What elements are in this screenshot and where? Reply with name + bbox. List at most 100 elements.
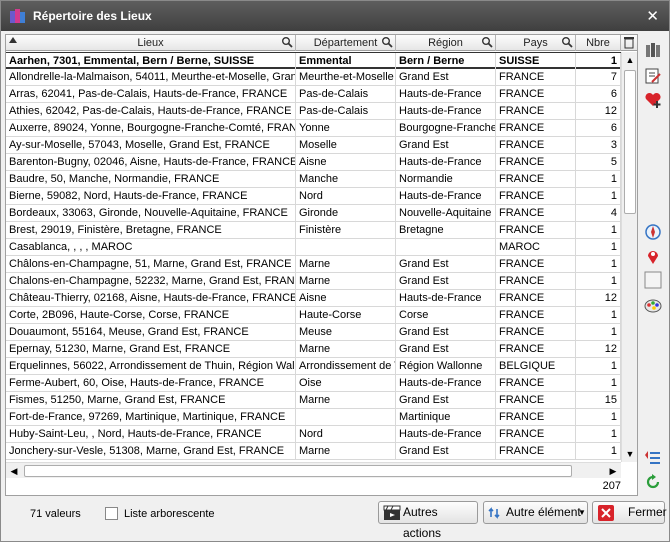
table-row[interactable]: Ay-sur-Moselle, 57043, Moselle, Grand Es… [6, 137, 621, 154]
cell-region: Martinique [396, 409, 496, 426]
table-row[interactable]: Châlons-en-Champagne, 51, Marne, Grand E… [6, 256, 621, 273]
column-header-nbre[interactable]: Nbre [576, 35, 621, 51]
sort-ascending-icon[interactable] [9, 37, 17, 43]
cell-region: Bourgogne-Franche-Comté [396, 120, 496, 137]
cell-region [396, 239, 496, 256]
chevron-down-icon[interactable]: ▼ [578, 502, 586, 523]
cell-lieux: Arras, 62041, Pas-de-Calais, Hauts-de-Fr… [6, 86, 296, 103]
cell-pays: FRANCE [496, 86, 576, 103]
cell-nbre: 1 [576, 222, 621, 239]
table-row[interactable]: Arras, 62041, Pas-de-Calais, Hauts-de-Fr… [6, 86, 621, 103]
table-row[interactable]: Bordeaux, 33063, Gironde, Nouvelle-Aquit… [6, 205, 621, 222]
cell-pays: FRANCE [496, 324, 576, 341]
column-header-lieux[interactable]: Lieux [6, 35, 296, 51]
close-button[interactable]: Fermer [592, 501, 667, 524]
search-icon[interactable] [561, 36, 573, 48]
edit-icon[interactable] [641, 64, 663, 86]
scrollbar-thumb[interactable] [624, 70, 636, 214]
scroll-right-icon[interactable]: ▶ [605, 463, 621, 479]
table-row[interactable]: Chalons-en-Champagne, 52232, Marne, Gran… [6, 273, 621, 290]
cell-departement: Meurthe-et-Moselle [296, 69, 396, 86]
add-favorite-icon[interactable] [641, 88, 663, 110]
cell-lieux: Barenton-Bugny, 02046, Aisne, Hauts-de-F… [6, 154, 296, 171]
table-body: Aarhen, 7301, Emmental, Bern / Berne, SU… [6, 52, 621, 462]
cell-departement: Arrondissement de Thuin [296, 358, 396, 375]
total-count: 207 [602, 480, 621, 492]
cell-departement: Gironde [296, 205, 396, 222]
table-row[interactable]: Fismes, 51250, Marne, Grand Est, FRANCE M… [6, 392, 621, 409]
palette-icon[interactable] [641, 294, 663, 316]
other-actions-button[interactable]: Autres actions [378, 501, 478, 540]
refresh-icon[interactable] [641, 470, 663, 492]
cell-nbre: 6 [576, 86, 621, 103]
scroll-down-icon[interactable]: ▼ [622, 446, 638, 462]
table-row[interactable]: Fort-de-France, 97269, Martinique, Marti… [6, 409, 621, 426]
column-chooser-icon[interactable] [621, 35, 637, 51]
table-row[interactable]: Brest, 29019, Finistère, Bretagne, FRANC… [6, 222, 621, 239]
table-row[interactable]: Aarhen, 7301, Emmental, Bern / Berne, SU… [6, 52, 621, 70]
cell-pays: FRANCE [496, 290, 576, 307]
compass-icon[interactable] [641, 220, 663, 242]
cell-region: Hauts-de-France [396, 86, 496, 103]
column-header-pays[interactable]: Pays [496, 35, 576, 51]
cell-nbre: 6 [576, 120, 621, 137]
table-row[interactable]: Allondrelle-la-Malmaison, 54011, Meurthe… [6, 69, 621, 86]
places-icon[interactable] [641, 38, 663, 60]
table-row[interactable]: Jonchery-sur-Vesle, 51308, Marne, Grand … [6, 443, 621, 460]
table-row[interactable]: Epernay, 51230, Marne, Grand Est, FRANCE… [6, 341, 621, 358]
cell-nbre: 1 [576, 426, 621, 443]
cell-pays: FRANCE [496, 409, 576, 426]
vertical-scrollbar[interactable]: ▲ ▼ [621, 52, 637, 462]
scrollbar-thumb[interactable] [24, 465, 572, 477]
scroll-up-icon[interactable]: ▲ [622, 52, 638, 68]
table-row[interactable]: Corte, 2B096, Haute-Corse, Corse, FRANCE… [6, 307, 621, 324]
map-pin-icon[interactable] [641, 244, 663, 266]
cell-nbre: 1 [576, 239, 621, 256]
cell-pays: FRANCE [496, 426, 576, 443]
column-header-departement[interactable]: Département [296, 35, 396, 51]
cell-pays: FRANCE [496, 307, 576, 324]
cell-region: Grand Est [396, 341, 496, 358]
search-icon[interactable] [281, 36, 293, 48]
table-row[interactable]: Barenton-Bugny, 02046, Aisne, Hauts-de-F… [6, 154, 621, 171]
cell-lieux: Epernay, 51230, Marne, Grand Est, FRANCE [6, 341, 296, 358]
cell-region: Hauts-de-France [396, 375, 496, 392]
table-row[interactable]: Baudre, 50, Manche, Normandie, FRANCE Man… [6, 171, 621, 188]
reorder-icon[interactable] [641, 446, 663, 468]
tree-list-checkbox[interactable] [105, 507, 118, 520]
cell-departement: Marne [296, 341, 396, 358]
table-row[interactable]: Erquelinnes, 56022, Arrondissement de Th… [6, 358, 621, 375]
search-icon[interactable] [481, 36, 493, 48]
blank-icon[interactable] [641, 268, 663, 290]
cell-lieux: Château-Thierry, 02168, Aisne, Hauts-de-… [6, 290, 296, 307]
cell-nbre: 3 [576, 137, 621, 154]
table-row[interactable]: Casablanca, , , , MAROC MAROC 1 [6, 239, 621, 256]
table-row[interactable]: Ferme-Aubert, 60, Oise, Hauts-de-France,… [6, 375, 621, 392]
other-element-button[interactable]: Autre élément ▼ [483, 501, 588, 524]
table-row[interactable]: Douaumont, 55164, Meuse, Grand Est, FRAN… [6, 324, 621, 341]
cell-lieux: Brest, 29019, Finistère, Bretagne, FRANC… [6, 222, 296, 239]
search-icon[interactable] [381, 36, 393, 48]
table-row[interactable]: Bierne, 59082, Nord, Hauts-de-France, FR… [6, 188, 621, 205]
tree-list-label[interactable]: Liste arborescente [124, 508, 215, 520]
cell-lieux: Fort-de-France, 97269, Martinique, Marti… [6, 409, 296, 426]
cell-pays: FRANCE [496, 222, 576, 239]
cell-departement: Meuse [296, 324, 396, 341]
cell-departement: Marne [296, 256, 396, 273]
table-row[interactable]: Auxerre, 89024, Yonne, Bourgogne-Franche… [6, 120, 621, 137]
table-row[interactable]: Athies, 62042, Pas-de-Calais, Hauts-de-F… [6, 103, 621, 120]
horizontal-scrollbar[interactable]: ◀ ▶ [6, 462, 621, 478]
close-red-icon [598, 505, 614, 521]
scroll-left-icon[interactable]: ◀ [6, 463, 22, 479]
cell-lieux: Châlons-en-Champagne, 51, Marne, Grand E… [6, 256, 296, 273]
cell-departement: Haute-Corse [296, 307, 396, 324]
table-row[interactable]: Huby-Saint-Leu, , Nord, Hauts-de-France,… [6, 426, 621, 443]
column-header-region[interactable]: Région [396, 35, 496, 51]
cell-region: Hauts-de-France [396, 426, 496, 443]
cell-region: Grand Est [396, 443, 496, 460]
cell-nbre: 1 [576, 324, 621, 341]
close-icon[interactable]: ✕ [646, 7, 659, 25]
cell-nbre: 5 [576, 154, 621, 171]
table-row[interactable]: Château-Thierry, 02168, Aisne, Hauts-de-… [6, 290, 621, 307]
cell-nbre: 1 [576, 375, 621, 392]
